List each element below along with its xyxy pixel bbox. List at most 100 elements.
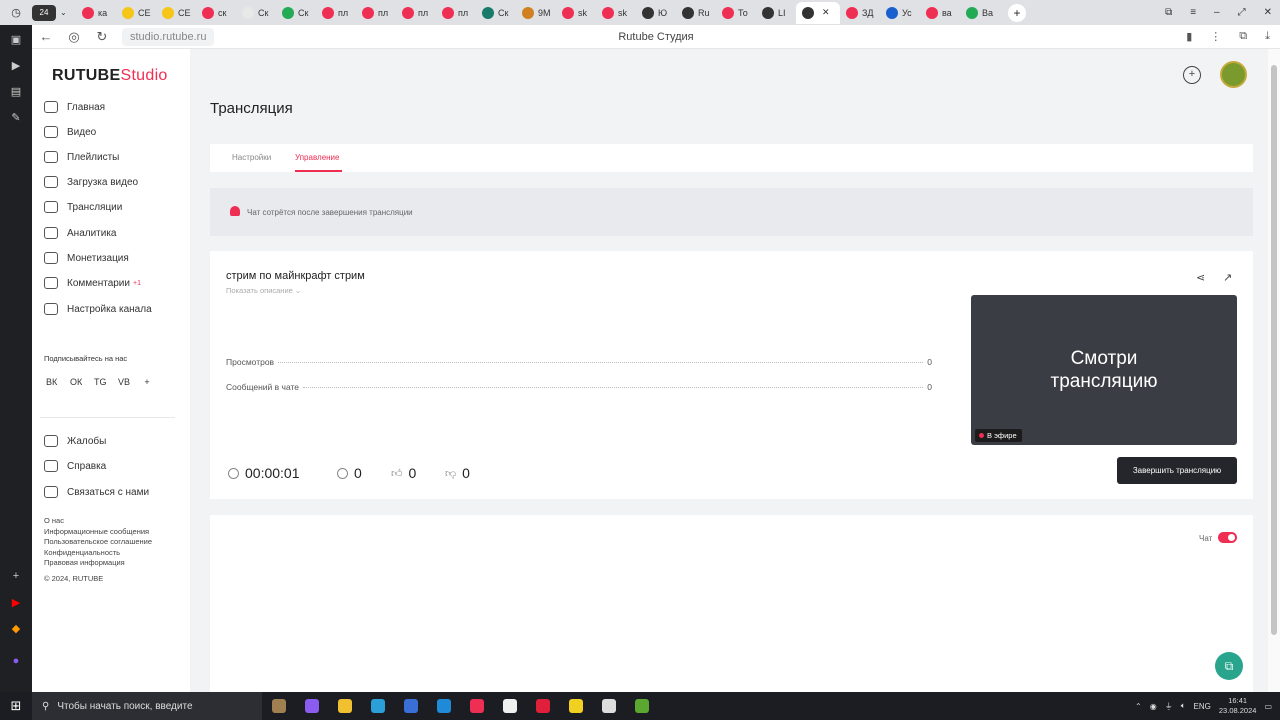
browser-tab[interactable]: СЕ [156,2,196,24]
avatar[interactable] [1220,61,1247,88]
sidebar-item[interactable]: Комментарии +1 [44,277,141,289]
browser-tab[interactable]: То [716,2,756,24]
tab-list-icon[interactable]: ▣ [0,26,32,52]
sidebar-item[interactable]: Аналитика [44,227,117,239]
footer-link[interactable]: О нас [44,516,64,525]
clock[interactable]: 16:41 23.08.2024 [1219,696,1257,716]
browser-tab[interactable]: ка [76,2,116,24]
youtube-icon[interactable]: ▶ [0,589,32,615]
browser-tab[interactable]: пл [396,2,436,24]
opera-icon[interactable] [526,699,559,713]
download-icon[interactable]: ⤓ [1265,30,1270,43]
store-icon[interactable] [394,699,427,713]
bookmarks-icon[interactable]: ⧉ [1165,7,1172,18]
browser-tab[interactable]: sk [596,2,636,24]
sidebar-item[interactable]: Загрузка видео [44,176,138,188]
browser-tab[interactable]: Ус [880,2,920,24]
support-chat-button[interactable]: ⧉ [1215,652,1243,680]
reload-icon[interactable]: ↻ [88,29,116,45]
add-content-button[interactable]: + [1183,66,1201,84]
sidebar-item[interactable]: Плейлисты [44,151,119,163]
browser-tab[interactable]: Ю [636,2,676,24]
browser-tab[interactable]: sk [556,2,596,24]
app-shortcut-icon[interactable]: ◆ [0,615,32,641]
minecraft-icon[interactable] [625,699,658,713]
minimize-icon[interactable]: – [1214,7,1220,18]
language[interactable]: ENG [1194,702,1211,711]
browser-tab[interactable]: Ru [676,2,716,24]
edge-icon[interactable] [361,699,394,713]
sidebar-item[interactable]: Настройка канала [44,303,152,315]
notifications-icon[interactable]: ▭ [1264,702,1272,711]
footer-link[interactable]: Информационные сообщения [44,527,149,536]
obs-icon[interactable] [592,699,625,713]
sidebar-icon[interactable]: ⧉ [1239,30,1247,43]
browser-tab[interactable]: СЕ [116,2,156,24]
browser-tab[interactable]: Ва [960,2,1000,24]
back-icon[interactable]: ← [32,29,60,44]
alice-icon[interactable]: ● [0,648,32,674]
mail-icon[interactable] [427,699,460,713]
more-icon[interactable]: ⋮ [1210,30,1221,43]
browser-tab[interactable]: 9М [516,2,556,24]
tab-control[interactable]: Управление [295,153,339,162]
social-icon[interactable]: VB [118,377,130,387]
browser-tab[interactable]: Ск [236,2,276,24]
sidebar-item[interactable]: Трансляции [44,201,122,213]
browser-tab[interactable]: ва [920,2,960,24]
close-tab-icon[interactable]: ✕ [822,7,830,18]
end-stream-button[interactable]: Завершить трансляцию [1117,457,1237,484]
restore-icon[interactable]: ⤢ [1238,7,1246,18]
chevron-down-icon[interactable]: ⌄ [60,8,76,17]
url-field[interactable]: studio.rutube.ru [122,27,215,46]
support-item[interactable]: Жалобы [44,435,106,447]
browser-tab[interactable]: ЗД [840,2,880,24]
taskbar-search[interactable]: ⚲ Чтобы начать поиск, введите [32,692,262,720]
app-icon[interactable] [559,699,592,713]
tab-settings[interactable]: Настройки [232,153,271,162]
sidebar-item[interactable]: Монетизация [44,252,129,264]
social-icon[interactable]: TG [94,377,107,387]
mic-icon[interactable]: ⏚ [1165,701,1173,712]
close-window-icon[interactable]: ✕ [1264,7,1272,18]
social-icon[interactable]: ОК [70,377,82,387]
sidebar-item[interactable]: Видео [44,126,96,138]
protect-icon[interactable]: ◎ [60,29,88,45]
footer-link[interactable]: Правовая информация [44,558,125,567]
show-description-link[interactable]: Показать описание ⌄ [226,286,301,295]
social-icon[interactable]: ВК [46,377,57,387]
tab-counter[interactable]: 24 [32,4,56,21]
footer-link[interactable]: Пользовательское соглашение [44,537,152,546]
new-tab-button[interactable]: + [1008,3,1026,22]
chat-toggle[interactable] [1218,532,1237,543]
clock-icon[interactable]: ◷ [0,6,32,19]
footer-link[interactable]: Конфиденциальность [44,548,120,557]
files-icon[interactable] [328,699,361,713]
browser-tab[interactable]: ✕ [796,1,840,24]
logo[interactable]: RUTUBEStudio [52,67,168,85]
browser-tab[interactable]: пл [436,2,476,24]
widget-icon[interactable] [262,699,295,713]
browser-tab[interactable]: Ск [276,2,316,24]
support-item[interactable]: Справка [44,460,106,472]
news-24-icon[interactable]: ▤ [0,78,32,104]
sidebar-item[interactable]: Главная [44,101,105,113]
copilot-icon[interactable] [295,699,328,713]
yandex-browser-icon[interactable] [493,699,526,713]
notes-icon[interactable]: ✎ [0,104,32,130]
bookmark-icon[interactable]: ▮ [1186,30,1192,43]
support-item[interactable]: Связаться с нами [44,486,149,498]
browser-tab[interactable]: пл [356,2,396,24]
browser-tab[interactable]: пл [316,2,356,24]
windows-start-icon[interactable]: ⊞ [0,698,32,714]
open-external-icon[interactable]: ↗ [1223,271,1232,284]
scrollbar[interactable] [1268,49,1280,692]
network-icon[interactable]: ◉ [1150,702,1157,711]
share-icon[interactable]: ⋖ [1196,271,1205,284]
browser-tab[interactable]: LI [756,2,796,24]
volume-icon[interactable]: 🔈︎ [1181,701,1186,711]
social-icon[interactable]: + [142,377,152,387]
stream-preview[interactable]: Смотри трансляцию В эфире [971,295,1237,445]
browser-tab[interactable]: ск [196,2,236,24]
tray-up-icon[interactable]: ⌃ [1135,702,1142,711]
